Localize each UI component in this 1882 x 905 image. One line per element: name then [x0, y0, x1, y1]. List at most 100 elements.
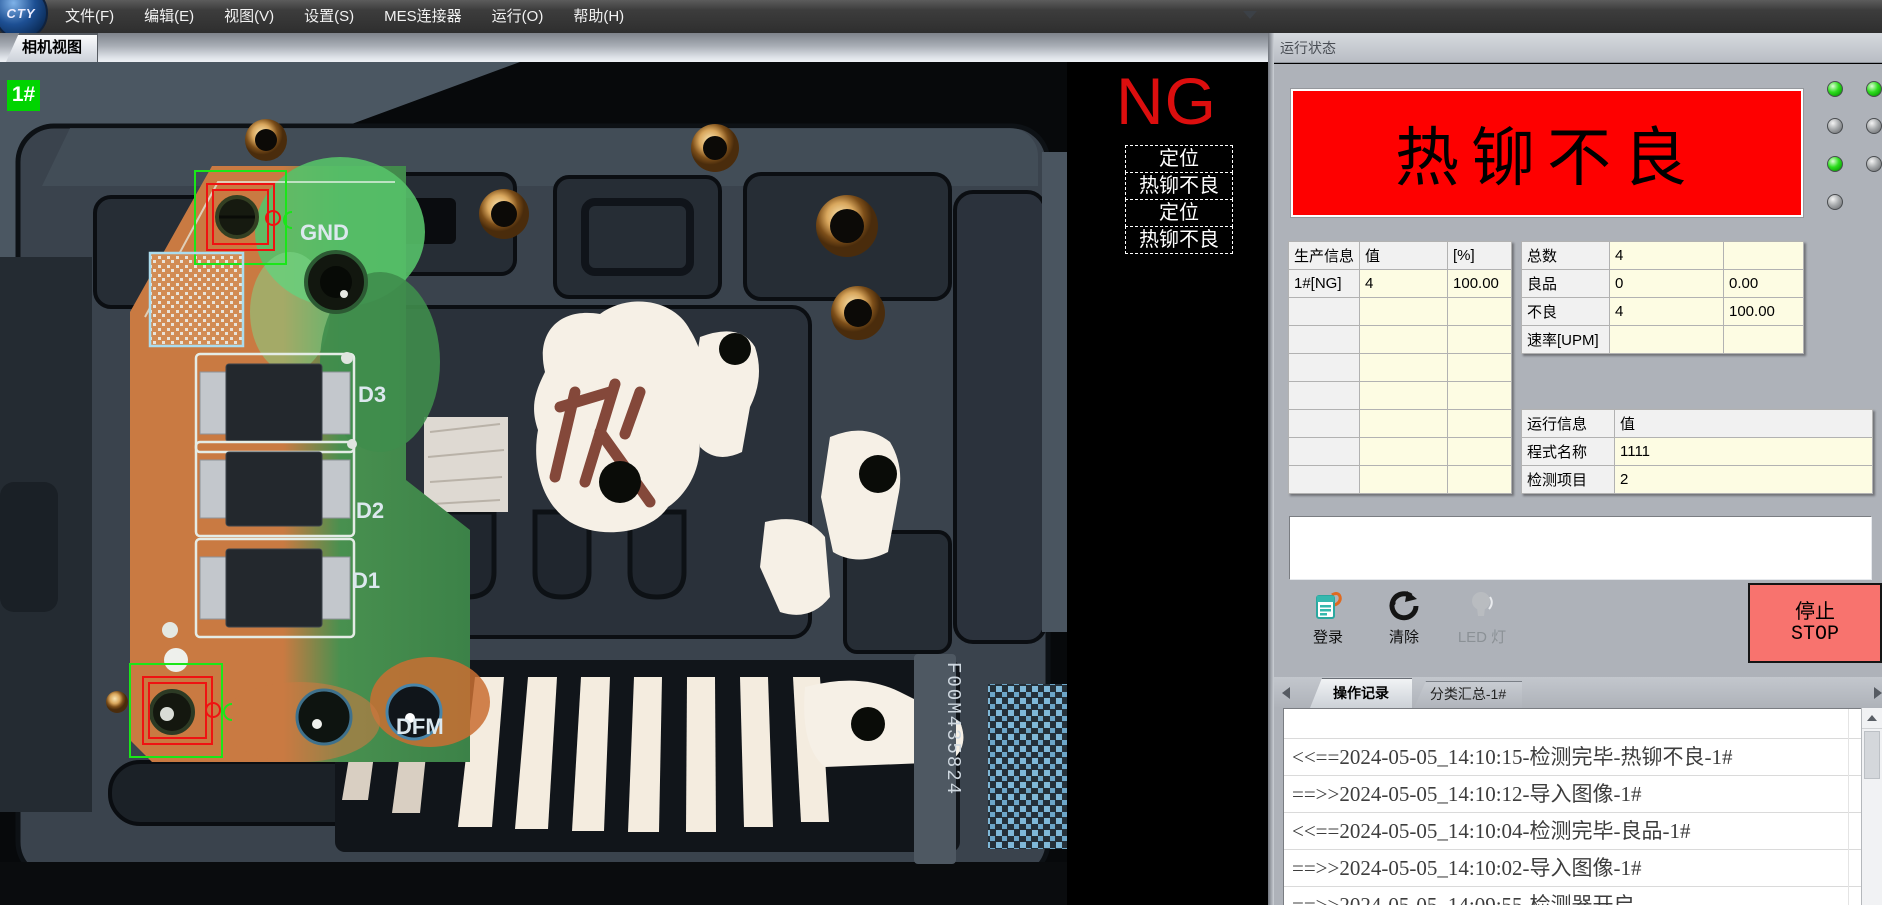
row-label: 检测项目: [1522, 466, 1615, 494]
cell-value: 4: [1360, 270, 1448, 298]
cell-value: [1360, 298, 1448, 326]
silkscreen-d3: D3: [358, 382, 386, 407]
app-window: CTY 文件(F)编辑(E)视图(V)设置(S)MES连接器运行(O)帮助(H)…: [0, 0, 1882, 905]
cell-value: 2: [1615, 466, 1873, 494]
run-status-title: 运行状态: [1274, 33, 1882, 63]
row-label: [1289, 410, 1360, 438]
defect-label: 热铆不良: [1125, 226, 1233, 254]
cell-value: 1111: [1615, 438, 1873, 466]
cell-value: 0.00: [1724, 270, 1804, 298]
row-label: [1289, 354, 1360, 382]
table-header-row: 生产信息值[%]: [1289, 242, 1512, 270]
cell-value: [1448, 382, 1512, 410]
defect-label: 定位: [1125, 199, 1233, 227]
menu-items: 文件(F)编辑(E)视图(V)设置(S)MES连接器运行(O)帮助(H): [50, 0, 639, 33]
cell-value: [1724, 242, 1804, 270]
diode-components: [196, 354, 354, 637]
led-bulb-icon: [1446, 586, 1518, 626]
menu-item[interactable]: 编辑(E): [129, 0, 209, 33]
status-led-gray: [1827, 194, 1843, 210]
menu-item[interactable]: MES连接器: [369, 0, 477, 33]
menu-item[interactable]: 文件(F): [50, 0, 129, 33]
table-row: 1#[NG]4100.00: [1289, 270, 1512, 298]
log-entry[interactable]: ==>>2024-05-05_14:09:55-检测器开启: [1284, 887, 1861, 905]
cell-value: 4: [1610, 242, 1724, 270]
tab-scroll-right-icon[interactable]: [1874, 687, 1882, 699]
clear-icon: [1372, 586, 1436, 626]
status-led-gray: [1827, 118, 1843, 134]
stop-button[interactable]: 停止 STOP: [1748, 583, 1882, 663]
cell-value: [1448, 438, 1512, 466]
status-led-green: [1827, 81, 1843, 97]
column-header: 运行信息: [1522, 410, 1615, 438]
table-row: 总数4: [1522, 242, 1804, 270]
scrollbar-thumb[interactable]: [1864, 731, 1880, 779]
defect-label: 定位: [1125, 145, 1233, 173]
log-entry[interactable]: ==>>2024-05-05_14:10:02-导入图像-1#: [1284, 850, 1861, 887]
status-led-gray: [1866, 156, 1882, 172]
status-led-green: [1866, 81, 1882, 97]
cell-value: [1448, 466, 1512, 494]
menu-item[interactable]: 设置(S): [289, 0, 369, 33]
run-status-panel: 热铆不良 生产信息值[%]1#[NG]4100.00 总数4良品00.00不良4…: [1274, 64, 1882, 905]
silkscreen-gnd: GND: [300, 220, 349, 245]
defect-label-list: 定位热铆不良定位热铆不良: [1125, 146, 1233, 254]
column-header: 值: [1615, 410, 1873, 438]
view-tab-strip: 相机视图: [0, 33, 1268, 62]
cell-value: 4: [1610, 298, 1724, 326]
clear-button[interactable]: 清除: [1372, 586, 1436, 656]
menu-item[interactable]: 视图(V): [209, 0, 289, 33]
tab-operation-log[interactable]: 操作记录: [1310, 678, 1412, 708]
menu-item[interactable]: 运行(O): [477, 0, 559, 33]
silkscreen-d2: D2: [356, 498, 384, 523]
result-banner-text: 热铆不良: [1395, 107, 1699, 199]
status-led-green: [1827, 156, 1843, 172]
table-row: [1289, 382, 1512, 410]
column-header: [%]: [1448, 242, 1512, 270]
table-row: 程式名称1111: [1522, 438, 1873, 466]
login-button[interactable]: 登录: [1296, 586, 1360, 656]
serial-text: F00M435824: [942, 662, 964, 796]
table-row: [1289, 410, 1512, 438]
table-row: [1289, 438, 1512, 466]
log-entry[interactable]: <<==2024-05-05_14:10:15-检测完毕-热铆不良-1#: [1284, 739, 1861, 776]
menu-bar: CTY 文件(F)编辑(E)视图(V)设置(S)MES连接器运行(O)帮助(H): [0, 0, 1882, 34]
table-row: 速率[UPM]: [1522, 326, 1804, 354]
row-label: 良品: [1522, 270, 1610, 298]
table-row: 不良4100.00: [1522, 298, 1804, 326]
log-entry[interactable]: <<==2024-05-05_14:10:04-检测完毕-良品-1#: [1284, 813, 1861, 850]
column-header: 生产信息: [1289, 242, 1360, 270]
stats-table: 总数4良品00.00不良4100.00速率[UPM]: [1521, 241, 1804, 354]
defect-label: 热铆不良: [1125, 172, 1233, 200]
tab-summary[interactable]: 分类汇总-1#: [1414, 681, 1522, 708]
menu-item[interactable]: 帮助(H): [558, 0, 639, 33]
station-tag: 1#: [7, 80, 40, 111]
cell-value: [1610, 326, 1724, 354]
row-label: [1289, 382, 1360, 410]
silkscreen-d1: D1: [352, 568, 380, 593]
table-row: [1289, 298, 1512, 326]
status-led-gray: [1866, 118, 1882, 134]
chevron-down-icon[interactable]: [1243, 11, 1257, 19]
row-label: [1289, 466, 1360, 494]
cell-value: [1360, 354, 1448, 382]
cell-value: 0: [1610, 270, 1724, 298]
column-header: 值: [1360, 242, 1448, 270]
tab-camera-view[interactable]: 相机视图: [6, 33, 98, 62]
tab-scroll-left-icon[interactable]: [1282, 687, 1290, 699]
cell-value: [1360, 410, 1448, 438]
cell-value: [1448, 354, 1512, 382]
cell-value: [1360, 326, 1448, 354]
led-light-button[interactable]: LED 灯: [1446, 586, 1518, 656]
table-row: [1289, 326, 1512, 354]
log-entry[interactable]: ==>>2024-05-05_14:10:12-导入图像-1#: [1284, 776, 1861, 813]
message-box[interactable]: [1289, 516, 1872, 580]
row-label: [1289, 438, 1360, 466]
operation-log-list[interactable]: <<==2024-05-05_14:10:15-检测完毕-热铆不良-1#==>>…: [1283, 708, 1861, 905]
log-scrollbar[interactable]: [1861, 708, 1882, 905]
cell-value: [1360, 466, 1448, 494]
scroll-up-icon[interactable]: [1862, 708, 1882, 729]
camera-viewport[interactable]: F00M435824: [0, 62, 1268, 905]
row-label: [1289, 298, 1360, 326]
result-banner: 热铆不良: [1290, 88, 1804, 218]
